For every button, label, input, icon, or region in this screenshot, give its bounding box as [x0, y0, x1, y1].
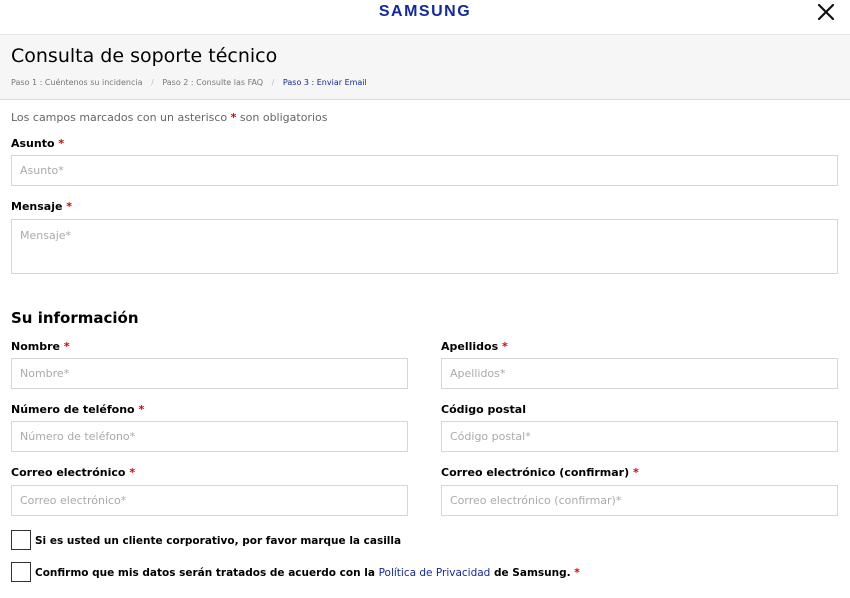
- samsung-logo: SAMSUNG: [378, 3, 472, 20]
- step-2[interactable]: Paso 2 : Consulte las FAQ: [162, 78, 263, 87]
- last-name-label: Apellidos *: [441, 340, 508, 353]
- step-3-current: Paso 3 : Enviar Email: [282, 78, 367, 87]
- subject-input[interactable]: [11, 155, 838, 186]
- step-separator: /: [271, 78, 275, 87]
- step-1[interactable]: Paso 1 : Cuéntenos su incidencia: [11, 78, 143, 87]
- step-breadcrumb: Paso 1 : Cuéntenos su incidencia / Paso …: [11, 78, 367, 87]
- postal-code-input[interactable]: [441, 421, 838, 452]
- page-header: Consulta de soporte técnico Paso 1 : Cué…: [0, 34, 850, 100]
- privacy-checkbox[interactable]: [11, 562, 31, 582]
- corporate-checkbox-label: Si es usted un cliente corporativo, por …: [35, 535, 402, 547]
- top-bar: SAMSUNG: [0, 0, 850, 34]
- step-separator: /: [151, 78, 154, 87]
- close-icon[interactable]: [816, 2, 836, 22]
- corporate-checkbox[interactable]: [11, 530, 31, 550]
- message-textarea[interactable]: [11, 219, 838, 274]
- phone-label: Número de teléfono *: [11, 403, 145, 416]
- subject-label: Asunto *: [11, 137, 65, 150]
- email-confirm-label: Correo electrónico (confirmar) *: [441, 466, 639, 479]
- your-info-section-title: Su información: [11, 309, 139, 327]
- first-name-input[interactable]: [11, 358, 408, 389]
- message-label: Mensaje *: [11, 200, 73, 213]
- privacy-policy-link[interactable]: Política de Privacidad: [379, 567, 491, 579]
- privacy-checkbox-label: Confirmo que mis datos serán tratados de…: [35, 567, 580, 579]
- phone-input[interactable]: [11, 421, 408, 452]
- required-fields-note: Los campos marcados con un asterisco * s…: [11, 111, 328, 124]
- email-input[interactable]: [11, 485, 408, 516]
- email-confirm-input[interactable]: [441, 485, 838, 516]
- last-name-input[interactable]: [441, 358, 838, 389]
- page-title: Consulta de soporte técnico: [11, 45, 278, 67]
- postal-code-label: Código postal: [441, 403, 526, 416]
- email-label: Correo electrónico *: [11, 466, 136, 479]
- first-name-label: Nombre *: [11, 340, 70, 353]
